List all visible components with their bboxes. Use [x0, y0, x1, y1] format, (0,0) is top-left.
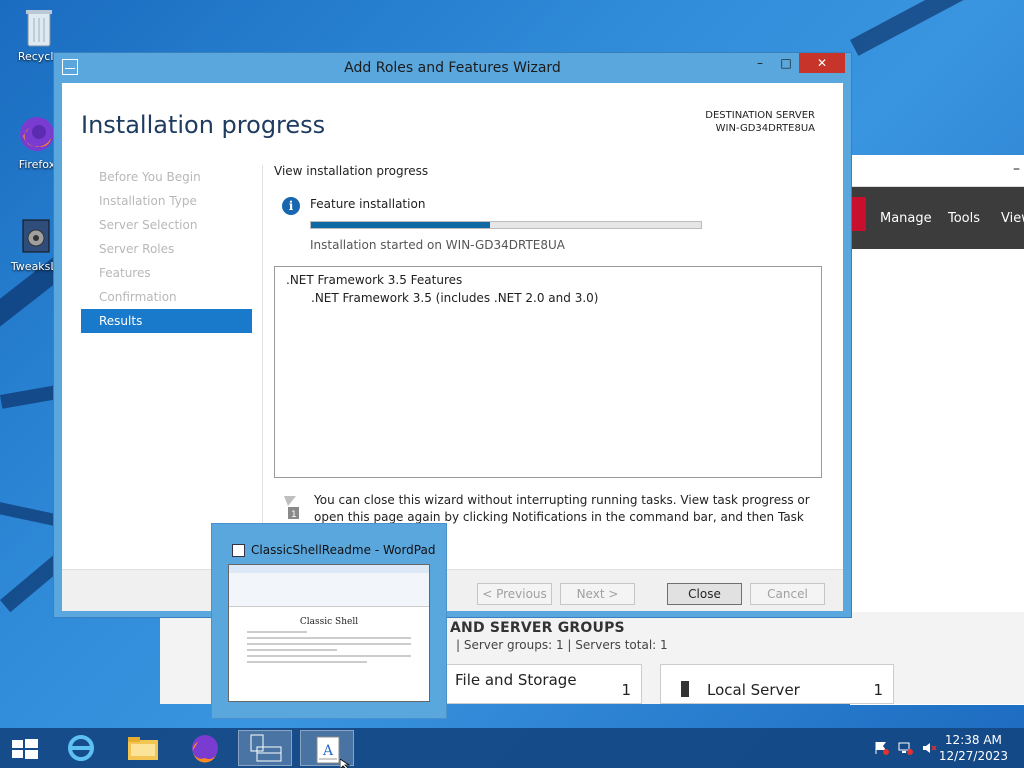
- nav-item-features: Features: [99, 266, 151, 280]
- tile-label: File and Storage: [455, 671, 577, 689]
- progress-fill: [311, 222, 491, 228]
- notifications-flag-icon[interactable]: [850, 197, 866, 231]
- volume-muted-icon[interactable]: [922, 741, 938, 755]
- nav-item-server-selection: Server Selection: [99, 218, 198, 232]
- thumbnail-window-image: Classic Shell: [228, 564, 430, 702]
- tile-local-server[interactable]: Local Server 1: [660, 664, 894, 704]
- nav-item-installation-type: Installation Type: [99, 194, 197, 208]
- firefox-icon: [17, 114, 57, 154]
- tweaks-icon: [17, 216, 57, 256]
- server-manager-menubar: Manage Tools View: [850, 187, 1024, 249]
- wordpad-icon: [232, 544, 245, 557]
- mouse-cursor-icon: [339, 758, 351, 768]
- menu-manage[interactable]: Manage: [880, 211, 932, 226]
- wizard-footer: < Previous Next > Close Cancel: [62, 569, 843, 611]
- clock-time: 12:38 AM: [944, 733, 1002, 747]
- clock-date: 12/27/2023: [938, 749, 1008, 763]
- recycle-bin-icon: [19, 6, 59, 47]
- wizard-body: Installation progress DESTINATION SERVER…: [62, 83, 843, 611]
- taskbar: A 12:38 AM 12/27/2023: [0, 728, 1024, 768]
- windows-logo-icon: [12, 739, 38, 759]
- folder-icon: [128, 737, 158, 760]
- notification-badge-count: 1: [291, 510, 297, 520]
- wizard-titlebar[interactable]: Add Roles and Features Wizard – □ ✕: [54, 53, 851, 83]
- svg-text:A: A: [322, 743, 334, 759]
- doc-line: [247, 643, 411, 645]
- thumbnail-title: ClassicShellReadme - WordPad: [251, 543, 436, 557]
- tile-file-and-storage[interactable]: File and Storage 1: [446, 664, 642, 704]
- wizard-nav: Before You Begin Installation Type Serve…: [81, 165, 252, 333]
- close-button[interactable]: Close: [667, 583, 742, 605]
- tile-count: 1: [873, 681, 883, 699]
- nav-item-server-roles: Server Roles: [99, 242, 175, 256]
- server-manager-icon: [250, 734, 282, 762]
- tile-count: 1: [621, 681, 631, 699]
- doc-line: [247, 661, 367, 663]
- firefox-icon: [192, 735, 218, 763]
- nav-item-before-you-begin: Before You Begin: [99, 170, 201, 184]
- nav-divider: [262, 165, 263, 535]
- feature-installation-label: Feature installation: [310, 197, 426, 211]
- maximize-button[interactable]: □: [773, 53, 799, 73]
- network-icon[interactable]: [898, 741, 914, 755]
- start-button[interactable]: [0, 730, 50, 766]
- thumbnail-ribbon: [229, 573, 429, 607]
- thumbnail-titlebar: [229, 565, 429, 573]
- results-list[interactable]: .NET Framework 3.5 Features .NET Framewo…: [274, 266, 822, 478]
- destination-server: DESTINATION SERVER WIN-GD34DRTE8UA: [705, 109, 815, 135]
- roles-groups-summary: | Server groups: 1 | Servers total: 1: [456, 638, 668, 652]
- system-clock[interactable]: 12:38 AM 12/27/2023: [939, 732, 1008, 764]
- menu-view[interactable]: View: [1001, 211, 1024, 226]
- server-icon: [681, 681, 689, 697]
- nav-item-confirmation: Confirmation: [99, 290, 177, 304]
- wizard-content: View installation progress i Feature ins…: [274, 164, 834, 541]
- server-manager-titlebar: –: [850, 155, 1024, 187]
- taskbar-internet-explorer[interactable]: [54, 730, 108, 766]
- nav-item-results[interactable]: Results: [81, 309, 252, 333]
- desktop-icon-label: Firefox: [18, 158, 56, 171]
- taskbar-server-manager[interactable]: [238, 730, 292, 766]
- doc-line: [247, 637, 411, 639]
- installation-progress-bar: [310, 221, 702, 229]
- next-button[interactable]: Next >: [560, 583, 635, 605]
- taskbar-firefox[interactable]: [178, 730, 232, 766]
- doc-line: [247, 655, 411, 657]
- info-icon: i: [282, 197, 300, 215]
- notification-flag-icon: 1: [282, 494, 300, 520]
- doc-line: [247, 631, 307, 633]
- destination-label: DESTINATION SERVER: [705, 110, 815, 121]
- section-caption: View installation progress: [274, 164, 429, 178]
- thumbnail-doc-heading: Classic Shell: [299, 617, 359, 627]
- installation-started-text: Installation started on WIN-GD34DRTE8UA: [310, 238, 566, 252]
- previous-button[interactable]: < Previous: [477, 583, 552, 605]
- minimize-button[interactable]: –: [747, 53, 773, 73]
- tile-label: Local Server: [707, 681, 800, 699]
- page-title: Installation progress: [81, 111, 326, 139]
- taskbar-file-explorer[interactable]: [116, 730, 170, 766]
- add-roles-wizard-window: Add Roles and Features Wizard – □ ✕ Inst…: [53, 52, 852, 618]
- destination-value: WIN-GD34DRTE8UA: [715, 123, 815, 134]
- result-subitem: .NET Framework 3.5 (includes .NET 2.0 an…: [311, 291, 599, 305]
- roles-groups-heading: AND SERVER GROUPS: [450, 620, 625, 636]
- menu-tools[interactable]: Tools: [948, 211, 980, 226]
- wordpad-thumbnail-preview[interactable]: ClassicShellReadme - WordPad Classic She…: [211, 523, 447, 719]
- result-item: .NET Framework 3.5 Features: [286, 273, 463, 287]
- wallpaper-beam: [850, 0, 1024, 56]
- cancel-button[interactable]: Cancel: [750, 583, 825, 605]
- minimize-icon[interactable]: –: [1013, 161, 1020, 177]
- internet-explorer-icon: [68, 735, 94, 761]
- action-center-flag-icon[interactable]: [874, 741, 890, 755]
- doc-line: [247, 649, 337, 651]
- close-window-button[interactable]: ✕: [799, 53, 845, 73]
- wizard-title: Add Roles and Features Wizard: [344, 60, 561, 76]
